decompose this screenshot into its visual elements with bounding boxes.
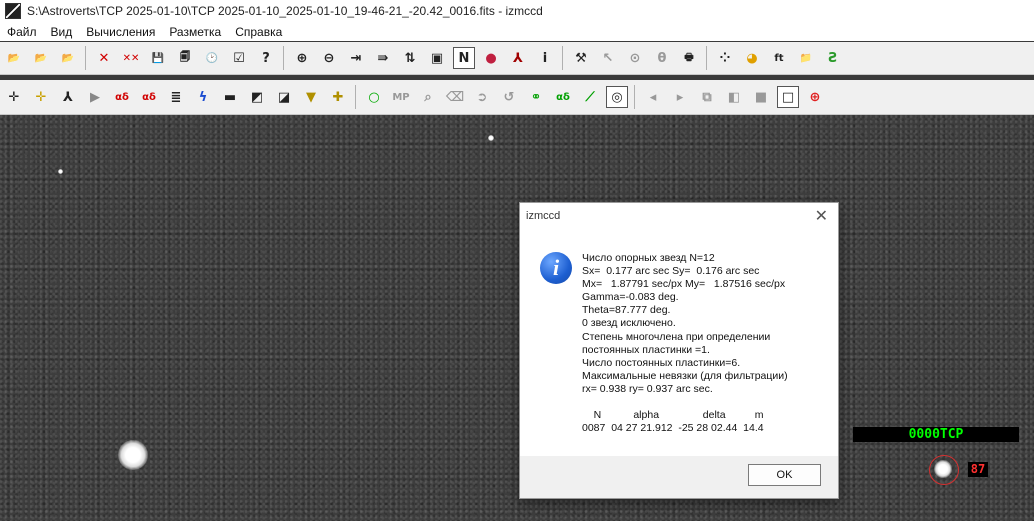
clock-icon[interactable]: 🕑	[201, 47, 223, 69]
dialog-message: Число опорных звезд N=12 Sx= 0.177 arc s…	[582, 252, 788, 435]
arrow-right-icon[interactable]: ⇥	[345, 47, 367, 69]
dialog-titlebar: izmccd ✕	[520, 203, 838, 228]
open-folder-icon[interactable]: 📂	[3, 47, 25, 69]
zoom-in-icon[interactable]: ⊕	[291, 47, 313, 69]
plus-box-icon[interactable]: ✚	[327, 86, 349, 108]
delete-all-icon[interactable]: ✕✕	[120, 47, 142, 69]
toolbar-separator	[562, 46, 563, 70]
lambda-icon[interactable]: ⅄	[507, 47, 529, 69]
arrow-right-alt-icon[interactable]: ⇛	[372, 47, 394, 69]
info-dialog: izmccd ✕ i Число опорных звезд N=12 Sx= …	[519, 202, 839, 499]
fits-image-view[interactable]	[0, 115, 1034, 521]
target-label: 0000TCP	[853, 427, 1019, 442]
alpha-delta-icon[interactable]: αδ	[111, 86, 133, 108]
star	[118, 440, 148, 470]
help-icon[interactable]: ?	[255, 47, 277, 69]
menu-help[interactable]: Справка	[228, 25, 289, 39]
menu-bar: Файл Вид Вычисления Разметка Справка	[0, 22, 1034, 41]
toolbar-separator	[706, 46, 707, 70]
print-icon[interactable]: 🖶	[678, 47, 700, 69]
window-title: S:\Astroverts\TCP 2025-01-10\TCP 2025-01…	[27, 4, 543, 18]
save-all-icon[interactable]: 🗐	[174, 47, 196, 69]
spectrum-icon[interactable]: Ƨ	[822, 47, 844, 69]
menu-markup[interactable]: Разметка	[162, 25, 228, 39]
circle-arrow-right-icon[interactable]: ➲	[471, 86, 493, 108]
toolbar-separator	[634, 85, 635, 109]
alpha-delta-box-icon[interactable]: αδ	[138, 86, 160, 108]
dialog-title: izmccd	[526, 209, 561, 222]
diagonal-box-icon[interactable]: ◩	[246, 86, 268, 108]
ring-icon[interactable]: ◎	[606, 86, 628, 108]
bars-icon[interactable]: ≣	[165, 86, 187, 108]
dialog-body: i Число опорных звезд N=12 Sx= 0.177 arc…	[520, 228, 838, 454]
gray-square-icon[interactable]: ■	[750, 86, 772, 108]
delete-icon[interactable]: ✕	[93, 47, 115, 69]
hammer-icon[interactable]: ⚒	[570, 47, 592, 69]
mp-icon[interactable]: MP	[390, 86, 412, 108]
information-icon: i	[540, 252, 572, 284]
color-wheel-icon[interactable]: ●	[480, 47, 502, 69]
crosshair-icon[interactable]: ✛	[3, 86, 25, 108]
stack-icon[interactable]: ⧉	[696, 86, 718, 108]
eraser-icon[interactable]: ⌫	[444, 86, 466, 108]
flip-vertical-icon[interactable]: ⇅	[399, 47, 421, 69]
menu-file[interactable]: Файл	[0, 25, 44, 39]
app-icon	[5, 3, 21, 19]
ellipse-icon[interactable]: ⊙	[624, 47, 646, 69]
theta-icon[interactable]: θ	[651, 47, 673, 69]
circle-green-icon[interactable]: ○	[363, 86, 385, 108]
back-icon[interactable]: ◂	[642, 86, 664, 108]
ft-icon[interactable]: ft	[768, 47, 790, 69]
target-marker-circle[interactable]	[929, 455, 959, 485]
menu-calculations[interactable]: Вычисления	[79, 25, 162, 39]
link-icon[interactable]: ⚭	[525, 86, 547, 108]
main-toolbar: 📂 📂 📂 ✕ ✕✕ 💾 🗐 🕑 ☑? ⊕ ⊖ ⇥ ⇛ ⇅ ▣ N ● ⅄ i ⚒ ↖ ⊙ θ 🖶 ⁘ ◕ ft 📁 Ƨ	[0, 42, 1034, 75]
gradient-box-icon[interactable]: ◪	[273, 86, 295, 108]
dialog-footer: OK	[520, 456, 838, 498]
minus-box-icon[interactable]: ▬	[219, 86, 241, 108]
target-icon[interactable]: ⊕	[804, 86, 826, 108]
open-next-icon[interactable]: 📂	[30, 47, 52, 69]
star	[488, 135, 494, 141]
menu-view[interactable]: Вид	[44, 25, 80, 39]
circle-arrow-left-icon[interactable]: ↺	[498, 86, 520, 108]
north-icon[interactable]: N	[453, 47, 475, 69]
info-i-icon[interactable]: i	[534, 47, 556, 69]
zoom-out-icon[interactable]: ⊖	[318, 47, 340, 69]
tools-toolbar: ✛ ✛ ⅄ ▶ αδ αδ ≣ ϟ ▬ ◩ ◪ ▼ ✚ ○ MP ⌕ ⌫ ➲ ↺ ⚭ αδ ⟋ ◎ ◂ ▸ ⧉ ◧ ■ □ ⊕	[0, 80, 1034, 115]
dots-icon[interactable]: ⁘	[714, 47, 736, 69]
crosshair-yellow-icon[interactable]: ✛	[30, 86, 52, 108]
black-frame-icon[interactable]: □	[777, 86, 799, 108]
window-titlebar: S:\Astroverts\TCP 2025-01-10\TCP 2025-01…	[0, 0, 1034, 22]
play-icon[interactable]: ▶	[84, 86, 106, 108]
toolbar-separator	[355, 85, 356, 109]
alpha-delta-green-icon[interactable]: αδ	[552, 86, 574, 108]
open-multi-icon[interactable]: 📂	[57, 47, 79, 69]
save-icon[interactable]: 💾	[147, 47, 169, 69]
star	[58, 169, 63, 174]
fork-icon[interactable]: ⅄	[57, 86, 79, 108]
palette-icon[interactable]: ◕	[741, 47, 763, 69]
down-box-icon[interactable]: ▼	[300, 86, 322, 108]
cursor-icon[interactable]: ↖	[597, 47, 619, 69]
folder-open-icon[interactable]: 📁	[795, 47, 817, 69]
checklist-icon[interactable]: ☑	[228, 47, 250, 69]
forward-icon[interactable]: ▸	[669, 86, 691, 108]
ok-button[interactable]: OK	[748, 464, 821, 486]
lightning-icon[interactable]: ϟ	[192, 86, 214, 108]
toolbar-separator	[85, 46, 86, 70]
split-icon[interactable]: ◧	[723, 86, 745, 108]
magnifier-icon[interactable]: ⌕	[417, 86, 439, 108]
target-number: 87	[968, 462, 988, 477]
display-icon[interactable]: ▣	[426, 47, 448, 69]
toolbar-separator	[283, 46, 284, 70]
ruler-icon[interactable]: ⟋	[579, 86, 601, 108]
close-icon[interactable]: ✕	[815, 206, 828, 226]
